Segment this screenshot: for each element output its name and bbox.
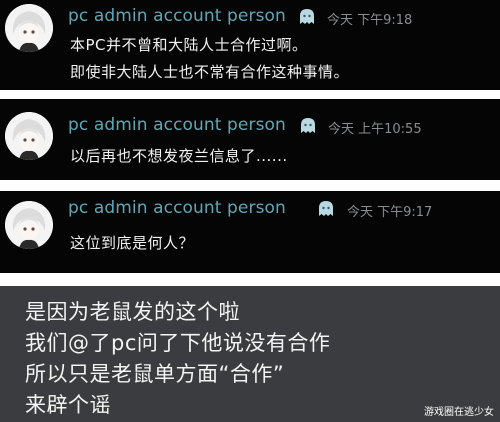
watermark: 游戏圈在逃少女 bbox=[424, 407, 494, 418]
caption-panel: 是因为老鼠发的这个啦 我们@了pc问了下他说没有合作 所以只是老鼠单方面“合作”… bbox=[0, 286, 500, 422]
author-name[interactable]: pc admin account person bbox=[68, 115, 286, 135]
avatar[interactable] bbox=[5, 112, 53, 160]
message-text: 这位到底是何人？ bbox=[70, 234, 195, 252]
caption-text: 来辟个谣 bbox=[25, 393, 111, 417]
caption-text: 所以只是老鼠单方面“合作” bbox=[25, 362, 285, 386]
chat-message: pc admin account person 今天 上午10:55 以后再也不… bbox=[0, 99, 500, 180]
ghost-badge-icon bbox=[297, 7, 317, 27]
chat-message: pc admin account person 今天 下午9:17 这位到底是何… bbox=[0, 191, 500, 273]
ghost-badge-icon bbox=[316, 199, 336, 219]
message-text: 本PC并不曾和大陆人士合作过啊。 bbox=[70, 36, 308, 54]
avatar[interactable] bbox=[5, 201, 53, 249]
message-text: 即使非大陆人士也不常有合作这种事情。 bbox=[70, 63, 350, 81]
author-name[interactable]: pc admin account person bbox=[68, 198, 286, 218]
avatar[interactable] bbox=[5, 4, 53, 52]
chat-message: pc admin account person 今天 下午9:18 本PC并不曾… bbox=[0, 0, 500, 90]
screenshot-collage: pc admin account person 今天 下午9:18 本PC并不曾… bbox=[0, 0, 500, 422]
message-timestamp: 今天 上午10:55 bbox=[328, 122, 422, 137]
message-timestamp: 今天 下午9:17 bbox=[347, 205, 433, 220]
caption-text: 我们@了pc问了下他说没有合作 bbox=[25, 331, 331, 355]
anime-avatar-icon bbox=[5, 112, 53, 160]
caption-text: 是因为老鼠发的这个啦 bbox=[25, 300, 240, 324]
message-timestamp: 今天 下午9:18 bbox=[327, 13, 413, 28]
author-name[interactable]: pc admin account person bbox=[68, 6, 286, 26]
anime-avatar-icon bbox=[5, 4, 53, 52]
ghost-badge-icon bbox=[298, 116, 318, 136]
anime-avatar-icon bbox=[5, 201, 53, 249]
message-text: 以后再也不想发夜兰信息了...... bbox=[70, 147, 288, 165]
